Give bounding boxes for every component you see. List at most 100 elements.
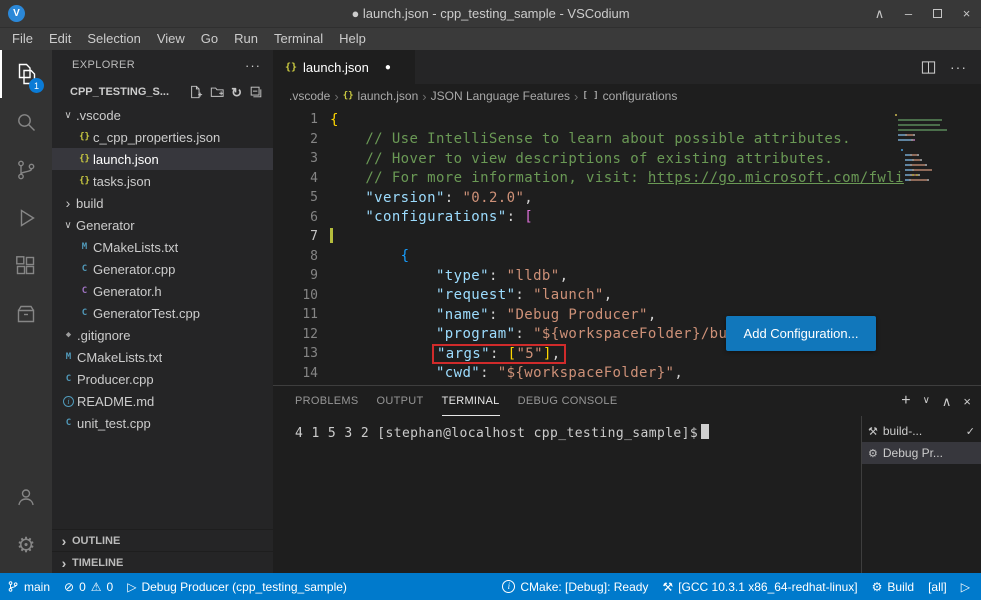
minimize-icon[interactable]: – <box>894 0 923 27</box>
panel-actions: + ∨ ∧ × <box>901 393 971 409</box>
explorer-badge: 1 <box>29 78 44 93</box>
breadcrumb-vscode[interactable]: .vscode <box>289 89 330 103</box>
collapse-all-icon[interactable] <box>249 85 263 99</box>
terminal-dropdown-icon[interactable]: ∨ <box>923 396 930 406</box>
git-branch-item[interactable]: main <box>0 573 57 600</box>
menu-run[interactable]: Run <box>226 28 266 50</box>
tree-item-label: .vscode <box>76 108 121 123</box>
tree-file-tasks-json[interactable]: {}tasks.json <box>52 170 273 192</box>
tab-launch-json[interactable]: {} launch.json ● <box>273 50 415 84</box>
cmake-status-item[interactable]: iCMake: [Debug]: Ready <box>495 573 655 600</box>
menu-view[interactable]: View <box>149 28 193 50</box>
tree-item-label: launch.json <box>93 152 159 167</box>
menu-terminal[interactable]: Terminal <box>266 28 331 50</box>
breadcrumb-json-language-features[interactable]: JSON Language Features <box>431 89 570 103</box>
app-icon: V <box>8 5 25 22</box>
play-icon: ▷ <box>127 581 136 593</box>
breadcrumb-label: JSON Language Features <box>431 89 570 103</box>
minimap[interactable] <box>895 112 975 182</box>
tree-folder-generator[interactable]: ∨Generator <box>52 214 273 236</box>
split-editor-icon[interactable] <box>921 60 936 75</box>
activity-search[interactable] <box>0 98 52 146</box>
maximize-panel-icon[interactable]: ∧ <box>942 395 952 408</box>
problems-item[interactable]: ⊘0⚠0 <box>57 573 120 600</box>
code-text <box>330 228 333 245</box>
tree-folder-build[interactable]: ›build <box>52 192 273 214</box>
editor-region: {} launch.json ● ··· .vscode›{}launch.js… <box>273 50 981 573</box>
tree-folder-vscode[interactable]: ∨.vscode <box>52 104 273 126</box>
panel-body: 4 1 5 3 2 [stephan@localhost cpp_testing… <box>273 416 981 573</box>
panel-tab-terminal[interactable]: TERMINAL <box>442 386 500 416</box>
panel-tab-output[interactable]: OUTPUT <box>377 386 424 416</box>
cmake-target-item[interactable]: [all] <box>921 573 954 600</box>
code-line: 6 "configurations": [ <box>273 208 981 228</box>
cmake-build-item[interactable]: ⚙Build <box>865 573 921 600</box>
tree-file-c-cpp-properties-json[interactable]: {}c_cpp_properties.json <box>52 126 273 148</box>
code-line: 1{ <box>273 110 981 130</box>
menu-go[interactable]: Go <box>193 28 226 50</box>
activity-account[interactable] <box>0 473 52 521</box>
tree-file-cmakelists-txt[interactable]: MCMakeLists.txt <box>52 236 273 258</box>
terminal[interactable]: 4 1 5 3 2 [stephan@localhost cpp_testing… <box>273 416 861 573</box>
new-terminal-icon[interactable]: + <box>901 393 910 409</box>
activity-extensions[interactable] <box>0 242 52 290</box>
new-file-icon[interactable] <box>189 85 203 99</box>
debug-target-item[interactable]: ▷Debug Producer (cpp_testing_sample) <box>120 573 354 600</box>
add-configuration-button[interactable]: Add Configuration... <box>726 316 876 351</box>
tree-file-unit-test-cpp[interactable]: Cunit_test.cpp <box>52 412 273 434</box>
tree-file-generator-h[interactable]: CGenerator.h <box>52 280 273 302</box>
maximize-icon[interactable] <box>923 0 952 27</box>
tools-icon: ⚒ <box>662 581 673 593</box>
tree-item-label: Generator.cpp <box>93 262 175 277</box>
activity-source-control[interactable] <box>0 146 52 194</box>
terminal-item-debug-pr[interactable]: ⚙Debug Pr... <box>862 442 981 464</box>
project-header[interactable]: CPP_TESTING_S... ↻ <box>52 80 273 104</box>
info-icon: i <box>502 580 515 593</box>
sidebar-more-icon[interactable]: ··· <box>245 58 261 73</box>
activity-run-debug[interactable] <box>0 194 52 242</box>
cmake-kit-item[interactable]: ⚒[GCC 10.3.1 x86_64-redhat-linux] <box>655 573 864 600</box>
code-editor[interactable]: 1{2 // Use IntelliSense to learn about p… <box>273 108 981 385</box>
code-line: 3 // Hover to view descriptions of exist… <box>273 149 981 169</box>
activity-settings[interactable]: ⚙ <box>0 521 52 569</box>
menu-selection[interactable]: Selection <box>79 28 148 50</box>
minimap-mark <box>917 154 919 156</box>
close-panel-icon[interactable]: × <box>963 395 971 408</box>
tree-file-generator-cpp[interactable]: CGenerator.cpp <box>52 258 273 280</box>
sidebar-header: EXPLORER ··· <box>52 50 273 80</box>
activity-explorer[interactable]: 1 <box>0 50 52 98</box>
menu-edit[interactable]: Edit <box>41 28 79 50</box>
code-text: { <box>330 248 409 264</box>
tree-file-gitignore[interactable]: ◆.gitignore <box>52 324 273 346</box>
section-timeline[interactable]: ›TIMELINE <box>52 551 273 573</box>
array-icon: [ ] <box>582 91 598 101</box>
panel-tab-problems[interactable]: PROBLEMS <box>295 386 359 416</box>
panel-tab-debug-console[interactable]: DEBUG CONSOLE <box>518 386 618 416</box>
close-icon[interactable]: × <box>952 0 981 27</box>
menu-help[interactable]: Help <box>331 28 374 50</box>
tree-file-cmakelists-txt[interactable]: MCMakeLists.txt <box>52 346 273 368</box>
json-icon: {} <box>76 132 93 142</box>
cmake-launch-item[interactable]: ▷ <box>954 573 977 600</box>
menu-file[interactable]: File <box>4 28 41 50</box>
more-actions-icon[interactable]: ··· <box>950 59 967 75</box>
breadcrumb-launch-json[interactable]: {}launch.json <box>343 89 419 103</box>
refresh-icon[interactable]: ↻ <box>231 86 242 99</box>
new-folder-icon[interactable] <box>210 85 224 99</box>
gear-icon: ⚙ <box>872 581 883 593</box>
code-text: { <box>330 112 339 128</box>
keep-above-icon[interactable]: ∧ <box>865 0 894 27</box>
tree-file-launch-json[interactable]: {}launch.json <box>52 148 273 170</box>
breadcrumb-configurations[interactable]: [ ]configurations <box>582 89 677 103</box>
tree-file-generatortest-cpp[interactable]: CGeneratorTest.cpp <box>52 302 273 324</box>
section-outline[interactable]: ›OUTLINE <box>52 529 273 551</box>
activity-package[interactable] <box>0 290 52 338</box>
terminal-item-build[interactable]: ⚒build-...✓ <box>862 420 981 442</box>
minimap-mark <box>925 164 927 166</box>
tree-file-readme-md[interactable]: iREADME.md <box>52 390 273 412</box>
tree-file-producer-cpp[interactable]: CProducer.cpp <box>52 368 273 390</box>
activity-bottom: ⚙ <box>0 473 52 569</box>
code-text: "version": "0.2.0", <box>330 190 533 206</box>
modified-dot-icon[interactable]: ● <box>385 62 391 73</box>
minimap-mark <box>898 139 911 141</box>
